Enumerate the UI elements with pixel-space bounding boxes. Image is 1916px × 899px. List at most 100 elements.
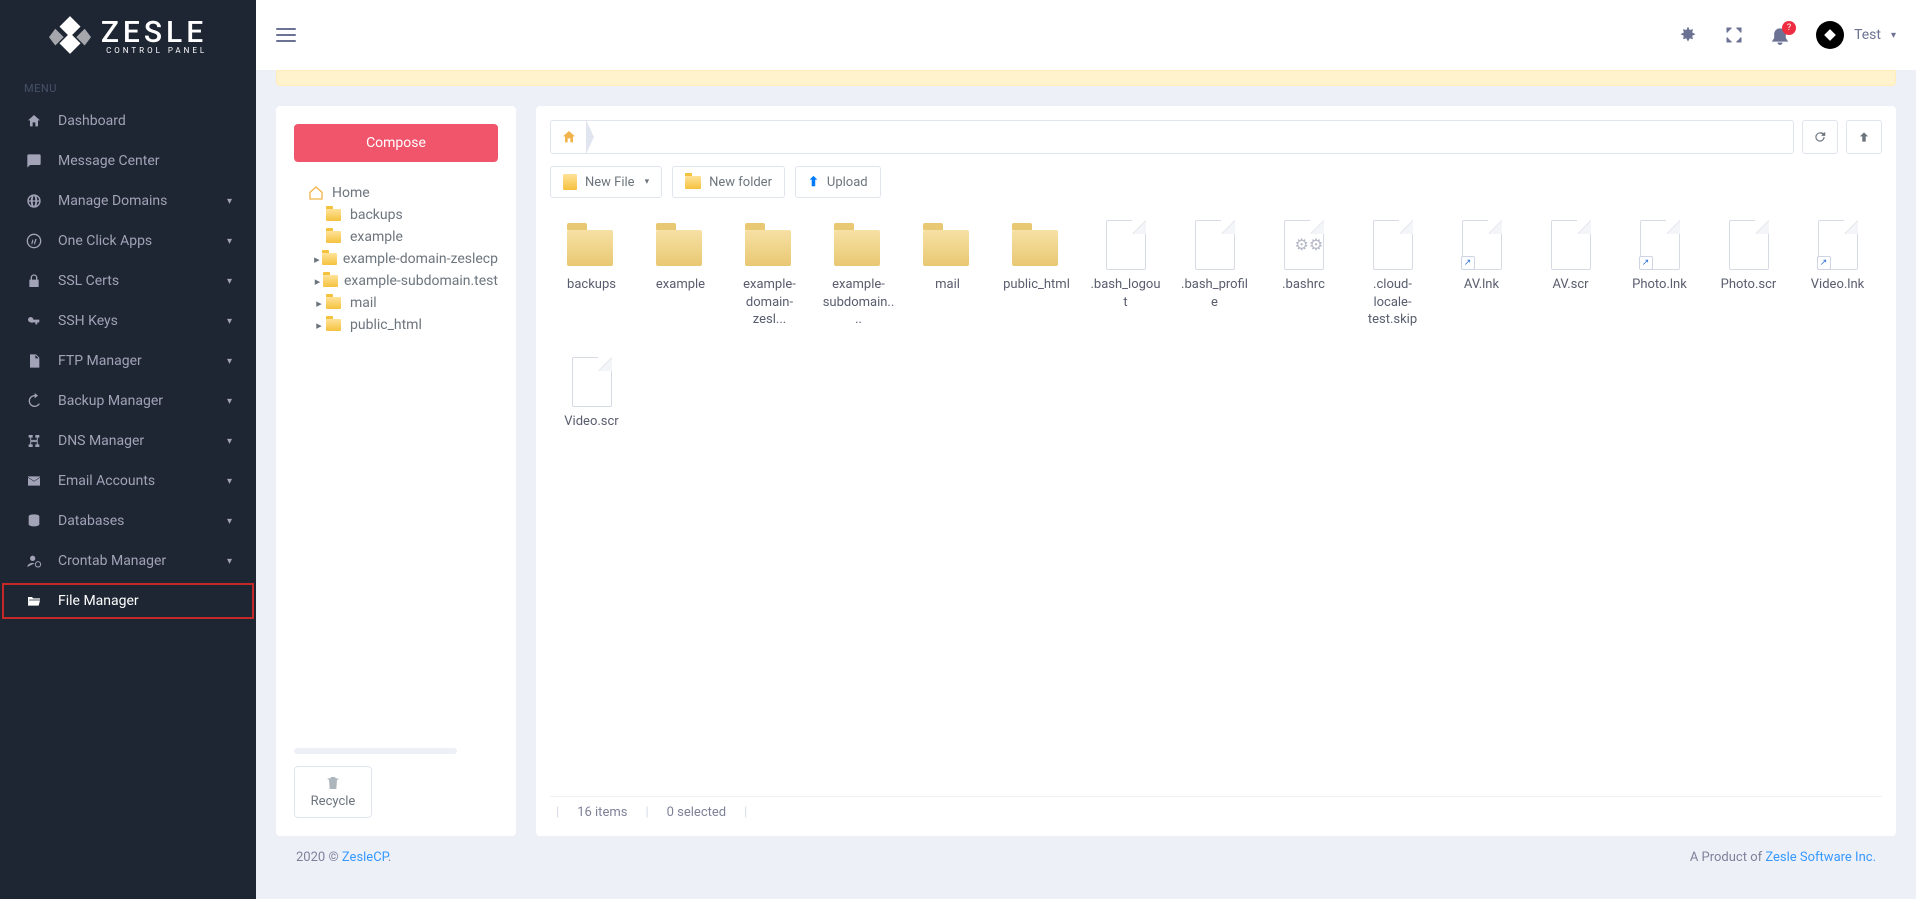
tree-node-home[interactable]: Home — [294, 182, 498, 204]
database-icon — [24, 513, 44, 529]
file-item[interactable]: .bash_profile — [1177, 220, 1252, 329]
logo-icon — [49, 14, 91, 56]
history-icon — [24, 393, 44, 409]
tree-node[interactable]: ▸ example-domain-zeslecp — [294, 248, 498, 270]
home-icon — [308, 185, 326, 201]
breadcrumb[interactable] — [550, 120, 1794, 154]
sidebar-item-email-accounts[interactable]: Email Accounts ▾ — [0, 461, 256, 501]
folder-icon — [326, 297, 344, 309]
envelope-icon — [24, 473, 44, 489]
user-clock-icon — [24, 553, 44, 569]
file-item[interactable]: .bash_logout — [1088, 220, 1163, 329]
file-item[interactable]: ⚙⚙.bashrc — [1266, 220, 1341, 329]
file-label: example — [656, 276, 705, 294]
refresh-icon — [1813, 130, 1827, 144]
sidebar-item-file-manager[interactable]: File Manager — [0, 581, 256, 621]
file-item[interactable]: Photo.scr — [1711, 220, 1786, 329]
sidebar-item-label: Crontab Manager — [58, 553, 227, 569]
recycle-button[interactable]: Recycle — [294, 766, 372, 818]
brand-name: ZESLE — [101, 15, 207, 50]
upload-icon: ⬆ — [808, 175, 819, 190]
alert-banner — [276, 70, 1896, 86]
folder-icon — [326, 319, 344, 331]
file-label: .bash_logout — [1090, 276, 1162, 311]
file-item[interactable]: ↗AV.lnk — [1444, 220, 1519, 329]
bell-icon[interactable]: ? — [1770, 25, 1790, 45]
file-item[interactable]: ↗Video.lnk — [1800, 220, 1875, 329]
file-label: public_html — [1003, 276, 1070, 294]
file-item[interactable]: example-domain-zesl... — [732, 220, 807, 329]
tree-node[interactable]: backups — [294, 204, 498, 226]
file-icon — [1190, 220, 1240, 270]
menu-toggle-button[interactable] — [276, 24, 296, 46]
chevron-down-icon: ▾ — [645, 177, 650, 187]
status-items: 16 items — [577, 805, 627, 820]
compose-button[interactable]: Compose — [294, 124, 498, 162]
sidebar-item-label: One Click Apps — [58, 233, 227, 249]
recycle-label: Recycle — [311, 794, 356, 809]
tool-label: Upload — [827, 175, 868, 190]
new-folder-button[interactable]: New folder — [672, 166, 785, 198]
file-item[interactable]: Video.scr — [554, 357, 629, 431]
sidebar-item-message-center[interactable]: Message Center — [0, 141, 256, 181]
file-item[interactable]: public_html — [999, 220, 1074, 329]
file-item[interactable]: example — [643, 220, 718, 329]
folder-icon — [834, 220, 884, 270]
footer-company-link[interactable]: Zesle Software Inc. — [1765, 850, 1876, 865]
file-label: backups — [567, 276, 616, 294]
tree-node[interactable]: ▸ example-subdomain.test — [294, 270, 498, 292]
fullscreen-icon[interactable] — [1724, 25, 1744, 45]
sidebar-item-manage-domains[interactable]: Manage Domains ▾ — [0, 181, 256, 221]
footer-right-pre: A Product of — [1690, 850, 1766, 865]
sidebar-item-ftp-manager[interactable]: FTP Manager ▾ — [0, 341, 256, 381]
chevron-down-icon: ▾ — [227, 236, 232, 247]
chevron-down-icon: ▾ — [227, 396, 232, 407]
upload-button[interactable]: ⬆ Upload — [795, 166, 881, 198]
menu-heading: MENU — [0, 70, 256, 101]
tree-node-label: example — [350, 229, 403, 245]
file-item[interactable]: example-subdomain.... — [821, 220, 896, 329]
tree-panel: Compose Home backups e — [276, 106, 516, 836]
expand-icon[interactable]: ▸ — [312, 297, 326, 310]
chevron-down-icon: ▾ — [227, 556, 232, 567]
sidebar-item-label: Backup Manager — [58, 393, 227, 409]
brand-logo[interactable]: ZESLE CONTROL PANEL — [0, 0, 256, 70]
lock-icon — [24, 273, 44, 289]
sidebar-item-backup-manager[interactable]: Backup Manager ▾ — [0, 381, 256, 421]
sidebar-item-dns-manager[interactable]: DNS Manager ▾ — [0, 421, 256, 461]
file-label: .cloud-locale-test.skip — [1357, 276, 1429, 329]
leaf-icon[interactable] — [1678, 25, 1698, 45]
file-item[interactable]: ↗Photo.lnk — [1622, 220, 1697, 329]
wordpress-icon — [24, 233, 44, 249]
files-grid: backups example example-domain-zesl...exam… — [550, 212, 1882, 788]
sidebar-item-dashboard[interactable]: Dashboard — [0, 101, 256, 141]
sidebar-item-ssh-keys[interactable]: SSH Keys ▾ — [0, 301, 256, 341]
sidebar-item-label: DNS Manager — [58, 433, 227, 449]
tree-node[interactable]: ▸ public_html — [294, 314, 498, 336]
expand-icon[interactable]: ▸ — [312, 275, 323, 288]
sidebar-item-label: SSH Keys — [58, 313, 227, 329]
file-item[interactable]: .cloud-locale-test.skip — [1355, 220, 1430, 329]
chevron-down-icon: ▾ — [227, 276, 232, 287]
file-item[interactable]: mail — [910, 220, 985, 329]
breadcrumb-home[interactable] — [551, 121, 587, 153]
user-menu[interactable]: Test ▾ — [1816, 21, 1896, 49]
refresh-button[interactable] — [1802, 120, 1838, 154]
tree-node[interactable]: ▸ mail — [294, 292, 498, 314]
sidebar-item-databases[interactable]: Databases ▾ — [0, 501, 256, 541]
sidebar: ZESLE CONTROL PANEL MENU Dashboard Messa… — [0, 0, 256, 899]
file-item[interactable]: backups — [554, 220, 629, 329]
sidebar-item-label: Email Accounts — [58, 473, 227, 489]
chevron-down-icon: ▾ — [227, 476, 232, 487]
sidebar-item-ssl-certs[interactable]: SSL Certs ▾ — [0, 261, 256, 301]
up-button[interactable] — [1846, 120, 1882, 154]
footer-brand-link[interactable]: ZesleCP — [342, 850, 388, 865]
sidebar-item-one-click-apps[interactable]: One Click Apps ▾ — [0, 221, 256, 261]
expand-icon[interactable]: ▸ — [312, 253, 322, 266]
expand-icon[interactable]: ▸ — [312, 319, 326, 332]
footer-year: 2020 © — [296, 850, 342, 865]
file-item[interactable]: AV.scr — [1533, 220, 1608, 329]
sidebar-item-crontab-manager[interactable]: Crontab Manager ▾ — [0, 541, 256, 581]
tree-node[interactable]: example — [294, 226, 498, 248]
new-file-button[interactable]: New File ▾ — [550, 166, 662, 198]
